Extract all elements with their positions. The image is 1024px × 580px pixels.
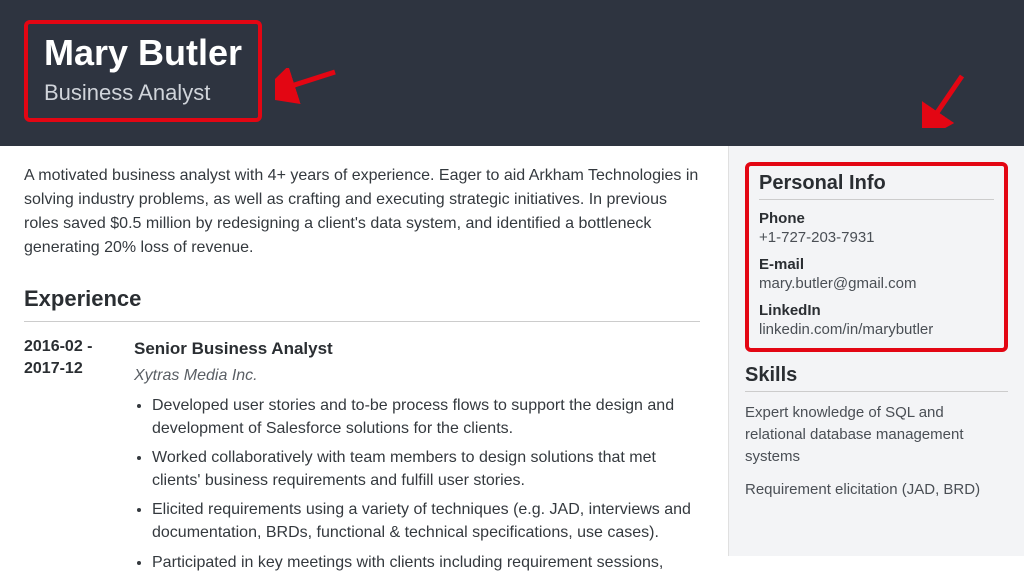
email-label: E-mail — [759, 256, 994, 273]
experience-heading: Experience — [24, 282, 700, 322]
annotation-arrow-left-icon — [275, 68, 345, 104]
header-highlight-box: Mary Butler Business Analyst — [24, 20, 262, 122]
skill-item: Expert knowledge of SQL and relational d… — [745, 402, 1008, 467]
person-title: Business Analyst — [44, 80, 242, 106]
email-value: mary.butler@gmail.com — [759, 275, 994, 292]
summary-text: A motivated business analyst with 4+ yea… — [24, 164, 700, 260]
sidebar-column: Personal Info Phone +1-727-203-7931 E-ma… — [728, 146, 1024, 556]
bullet-item: Worked collaboratively with team members… — [152, 446, 700, 492]
experience-company: Xytras Media Inc. — [134, 364, 700, 388]
experience-title: Senior Business Analyst — [134, 336, 700, 362]
skills-heading: Skills — [745, 364, 1008, 392]
resume-header: Mary Butler Business Analyst — [0, 0, 1024, 146]
personal-info-highlight-box: Personal Info Phone +1-727-203-7931 E-ma… — [745, 162, 1008, 352]
annotation-arrow-right-icon — [922, 72, 972, 128]
person-name: Mary Butler — [44, 32, 242, 74]
experience-dates: 2016-02 - 2017-12 — [24, 336, 134, 580]
linkedin-value: linkedin.com/in/marybutler — [759, 321, 994, 338]
bullet-item: Participated in key meetings with client… — [152, 551, 700, 574]
experience-body: Senior Business Analyst Xytras Media Inc… — [134, 336, 700, 580]
bullet-item: Developed user stories and to-be process… — [152, 394, 700, 440]
phone-value: +1-727-203-7931 — [759, 229, 994, 246]
personal-info-heading: Personal Info — [759, 172, 994, 200]
experience-item: 2016-02 - 2017-12 Senior Business Analys… — [24, 336, 700, 580]
skill-item: Requirement elicitation (JAD, BRD) — [745, 479, 1008, 501]
resume-body: A motivated business analyst with 4+ yea… — [0, 146, 1024, 556]
main-column: A motivated business analyst with 4+ yea… — [0, 146, 728, 556]
linkedin-label: LinkedIn — [759, 302, 994, 319]
experience-bullets: Developed user stories and to-be process… — [134, 394, 700, 574]
phone-label: Phone — [759, 210, 994, 227]
